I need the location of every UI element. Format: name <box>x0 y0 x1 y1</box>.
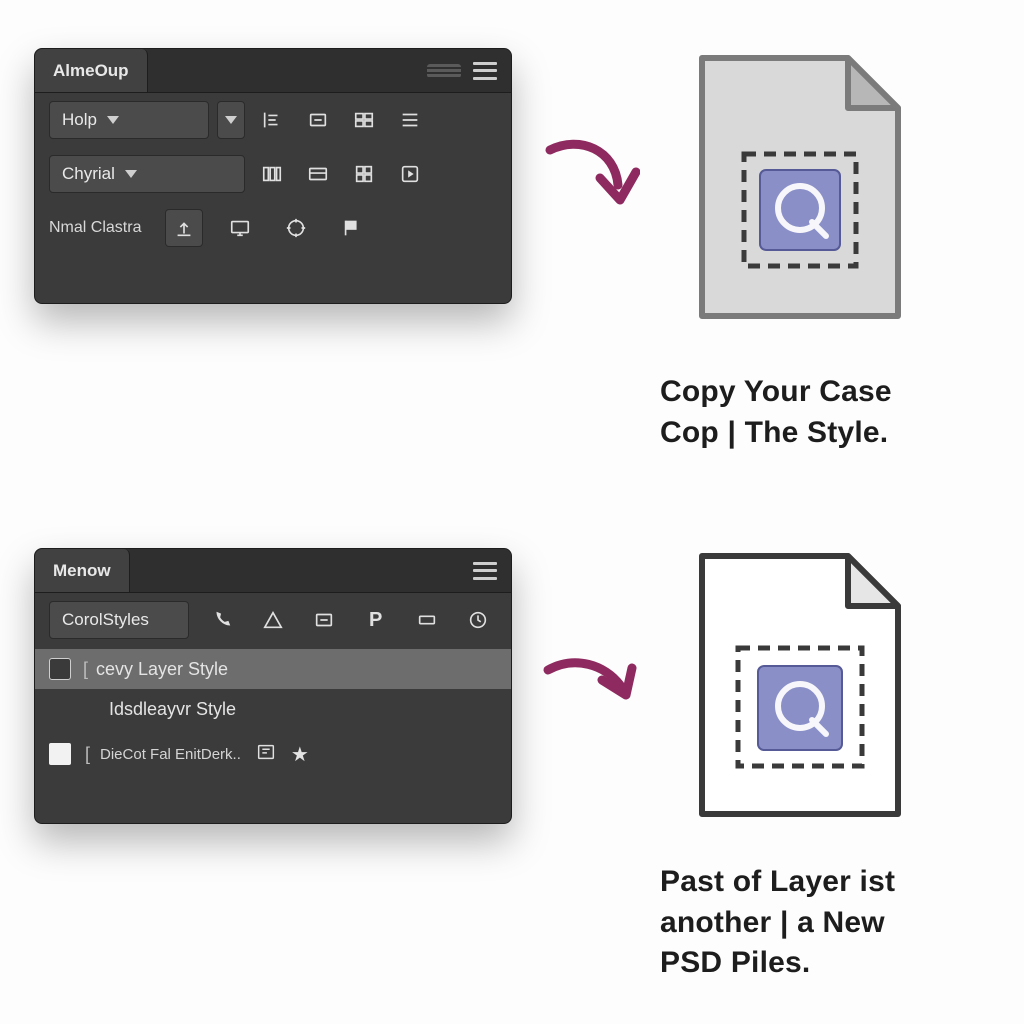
chevron-down-icon <box>107 116 119 124</box>
panel-row-3: Nmal Clastra <box>35 201 511 255</box>
file-psd-bottom-icon <box>672 544 918 836</box>
footer-text: DieCot Fal EnitDerk.. <box>100 746 241 763</box>
list-item-label: cevy Layer Style <box>96 659 228 680</box>
panel-small-icon[interactable] <box>255 741 277 767</box>
upload-icon[interactable] <box>165 209 203 247</box>
panel-b-footer: [ DieCot Fal EnitDerk.. ★ <box>35 735 511 779</box>
list-item-label: Idsdleayvr Style <box>109 699 236 720</box>
panel-header: Menow <box>35 549 511 593</box>
caption-line: Copy Your Case <box>660 372 1000 413</box>
layer-style-list: [ cevy Layer Style Idsdleayvr Style <box>35 647 511 735</box>
panel-almeoup: AlmeOup Holp Chyrial <box>34 48 512 304</box>
dropdown-holp[interactable]: Holp <box>49 101 209 139</box>
swatch-icon[interactable] <box>49 743 71 765</box>
panel-b-toolbar: CorolStyles P <box>35 593 511 647</box>
panel-grid-icon[interactable] <box>345 101 383 139</box>
dropdown-secondary[interactable] <box>217 101 245 139</box>
clock-icon[interactable] <box>460 601 497 639</box>
columns-icon[interactable] <box>253 155 291 193</box>
list-item-copy-layer-style[interactable]: [ cevy Layer Style <box>35 649 511 689</box>
dropdown-corolstyles-label: CorolStyles <box>62 610 149 630</box>
row-box-icon[interactable] <box>408 601 445 639</box>
caption-top: Copy Your Case Cop | The Style. <box>660 372 1000 453</box>
dropdown-chyrial[interactable]: Chyrial <box>49 155 245 193</box>
caption-line: Cop | The Style. <box>660 413 1000 454</box>
arrow-icon <box>540 640 640 720</box>
chevron-down-icon <box>225 116 237 124</box>
star-icon[interactable]: ★ <box>291 742 309 767</box>
caption-bottom: Past of Layer ist another | a New PSD Pi… <box>660 862 1000 984</box>
panel-tab[interactable]: AlmeOup <box>35 49 148 92</box>
monitor-icon[interactable] <box>221 209 259 247</box>
target-icon[interactable] <box>277 209 315 247</box>
layer-thumb-icon <box>49 658 71 680</box>
dropdown-chyrial-label: Chyrial <box>62 164 115 184</box>
align-left-icon[interactable] <box>253 101 291 139</box>
letter-p-icon[interactable]: P <box>357 601 394 639</box>
panel-tab[interactable]: Menow <box>35 549 130 592</box>
triangle-icon[interactable] <box>254 601 291 639</box>
list-view-icon[interactable] <box>391 101 429 139</box>
phone-icon[interactable] <box>203 601 240 639</box>
bracket-icon: [ <box>83 659 88 680</box>
caption-line: Past of Layer ist <box>660 862 1000 903</box>
panel-row-2: Chyrial <box>35 147 511 201</box>
align-center-box-icon[interactable] <box>299 101 337 139</box>
card-icon[interactable] <box>299 155 337 193</box>
caption-line: PSD Piles. <box>660 943 1000 984</box>
dropdown-corolstyles[interactable]: CorolStyles <box>49 601 189 639</box>
panel-grip-icon[interactable] <box>427 64 461 78</box>
panel-row-1: Holp <box>35 93 511 147</box>
rect-box-icon[interactable] <box>306 601 343 639</box>
panel-menu-icon[interactable] <box>473 62 497 80</box>
dropdown-holp-label: Holp <box>62 110 97 130</box>
arrow-icon <box>540 130 640 220</box>
thumbnail-grid-icon[interactable] <box>345 155 383 193</box>
bracket-icon: [ <box>85 744 90 765</box>
panel-header: AlmeOup <box>35 49 511 93</box>
file-psd-top-icon <box>672 46 918 338</box>
list-item-paste-layer-style[interactable]: Idsdleayvr Style <box>35 689 511 729</box>
panel-menu-icon[interactable] <box>473 562 497 580</box>
play-box-icon[interactable] <box>391 155 429 193</box>
flag-icon[interactable] <box>333 209 371 247</box>
static-label: Nmal Clastra <box>49 219 147 237</box>
panel-menow: Menow CorolStyles P [ cevy Layer St <box>34 548 512 824</box>
caption-line: another | a New <box>660 903 1000 944</box>
chevron-down-icon <box>125 170 137 178</box>
